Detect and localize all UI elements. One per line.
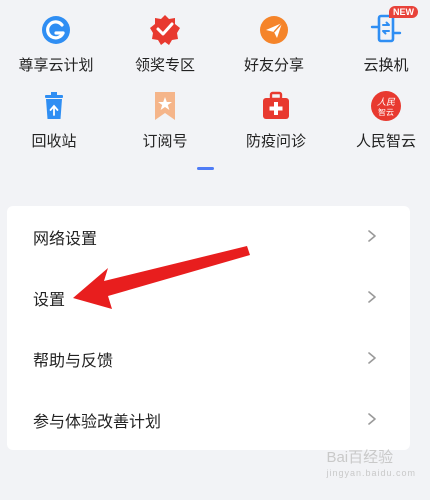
award-badge-icon [147,12,183,48]
shortcut-label: 领奖专区 [134,56,195,74]
watermark-text: Bai百经验 [326,449,394,466]
renmin-logo-icon: 人民 智云 [368,88,404,124]
shortcut-label: 尊享云计划 [18,56,94,74]
shortcut-epidemic-consult[interactable]: 防疫问诊 [222,88,330,151]
chevron-right-icon [368,352,376,364]
phone-transfer-icon: NEW [368,6,418,48]
settings-item-experience-program[interactable]: 参与体验改善计划 [7,389,410,450]
shortcut-label: 防疫问诊 [245,132,306,150]
chevron-right-icon [368,291,376,303]
bookmark-star-icon [147,88,183,124]
new-badge: NEW [389,6,418,18]
cloud-refresh-icon [38,12,74,48]
settings-item-label: 参与体验改善计划 [33,412,162,431]
settings-item-label: 设置 [33,290,66,309]
watermark-subtext: jingyan.baidu.com [326,468,416,478]
paper-plane-icon [256,12,292,48]
settings-item-network[interactable]: 网络设置 [7,206,410,267]
shortcut-label: 好友分享 [243,56,304,74]
chevron-right-icon [368,413,376,425]
trash-bin-icon [36,88,72,124]
svg-text:智云: 智云 [378,107,394,117]
settings-item-settings[interactable]: 设置 [7,267,410,328]
settings-item-label: 帮助与反馈 [33,351,114,370]
shortcut-subscriptions[interactable]: 订阅号 [111,88,219,151]
shortcut-share-friends[interactable]: 好友分享 [220,12,328,75]
shortcut-label: 云换机 [363,56,409,74]
shortcut-cloud-phone-switch[interactable]: NEW 云换机 [332,6,430,75]
medical-kit-icon [258,88,294,124]
shortcut-grid: 尊享云计划 领奖专区 好友分享 NEW 云换机 回收站 订阅号 防疫问诊 人民 … [0,0,430,200]
page-indicator [197,167,214,170]
chevron-right-icon [368,230,376,242]
shortcut-renmin-zhiyun[interactable]: 人民 智云 人民智云 [332,88,430,151]
shortcut-label: 人民智云 [355,132,416,150]
watermark: Bai百经验 jingyan.baidu.com [326,446,416,478]
shortcut-label: 订阅号 [142,132,188,150]
settings-item-help-feedback[interactable]: 帮助与反馈 [7,328,410,389]
svg-text:人民: 人民 [377,97,396,108]
shortcut-recycle-bin[interactable]: 回收站 [0,88,108,151]
shortcut-premium-cloud-plan[interactable]: 尊享云计划 [2,12,110,75]
settings-item-label: 网络设置 [33,229,98,248]
settings-card: 网络设置 设置 帮助与反馈 参与体验改善计划 [7,206,410,450]
shortcut-reward-zone[interactable]: 领奖专区 [111,12,219,75]
shortcut-label: 回收站 [31,132,77,150]
